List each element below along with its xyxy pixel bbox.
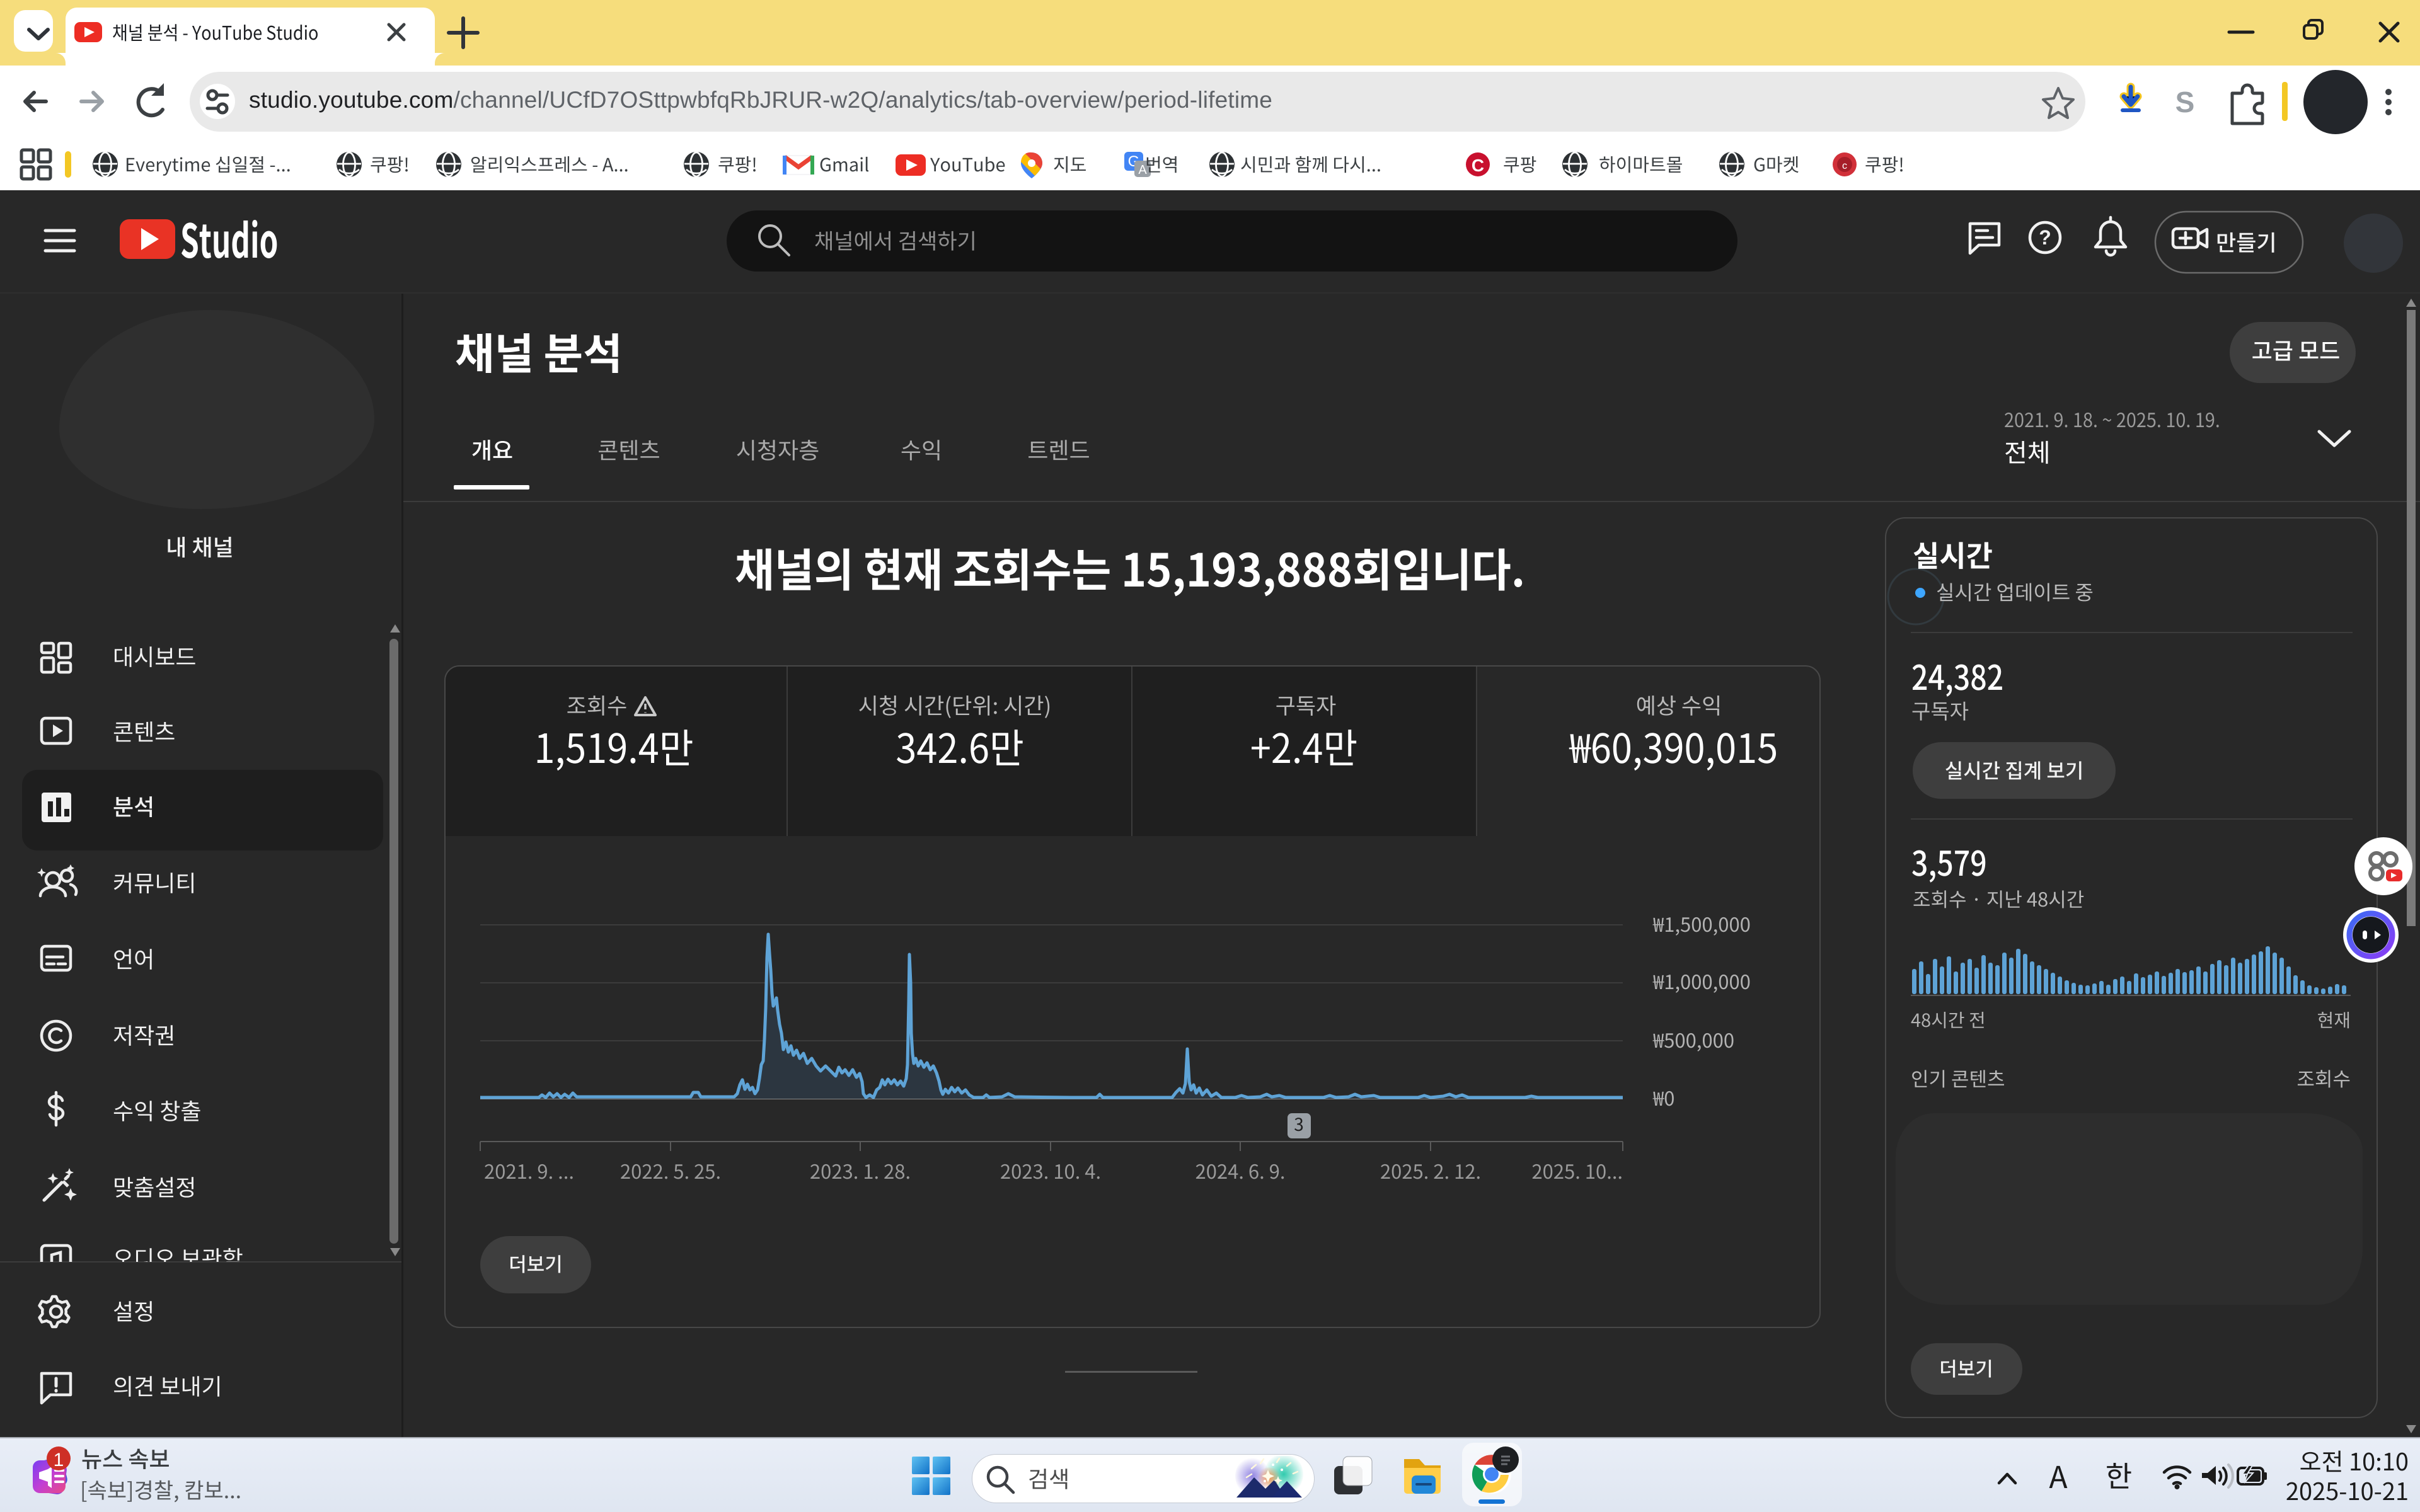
svg-text:1: 1 (54, 1450, 64, 1470)
svg-text:C: C (1472, 156, 1484, 175)
svg-text:A: A (1138, 163, 1147, 177)
svg-text:?: ? (2039, 226, 2051, 249)
svg-text:c: c (1842, 161, 1847, 171)
svg-text:S: S (2175, 86, 2195, 118)
